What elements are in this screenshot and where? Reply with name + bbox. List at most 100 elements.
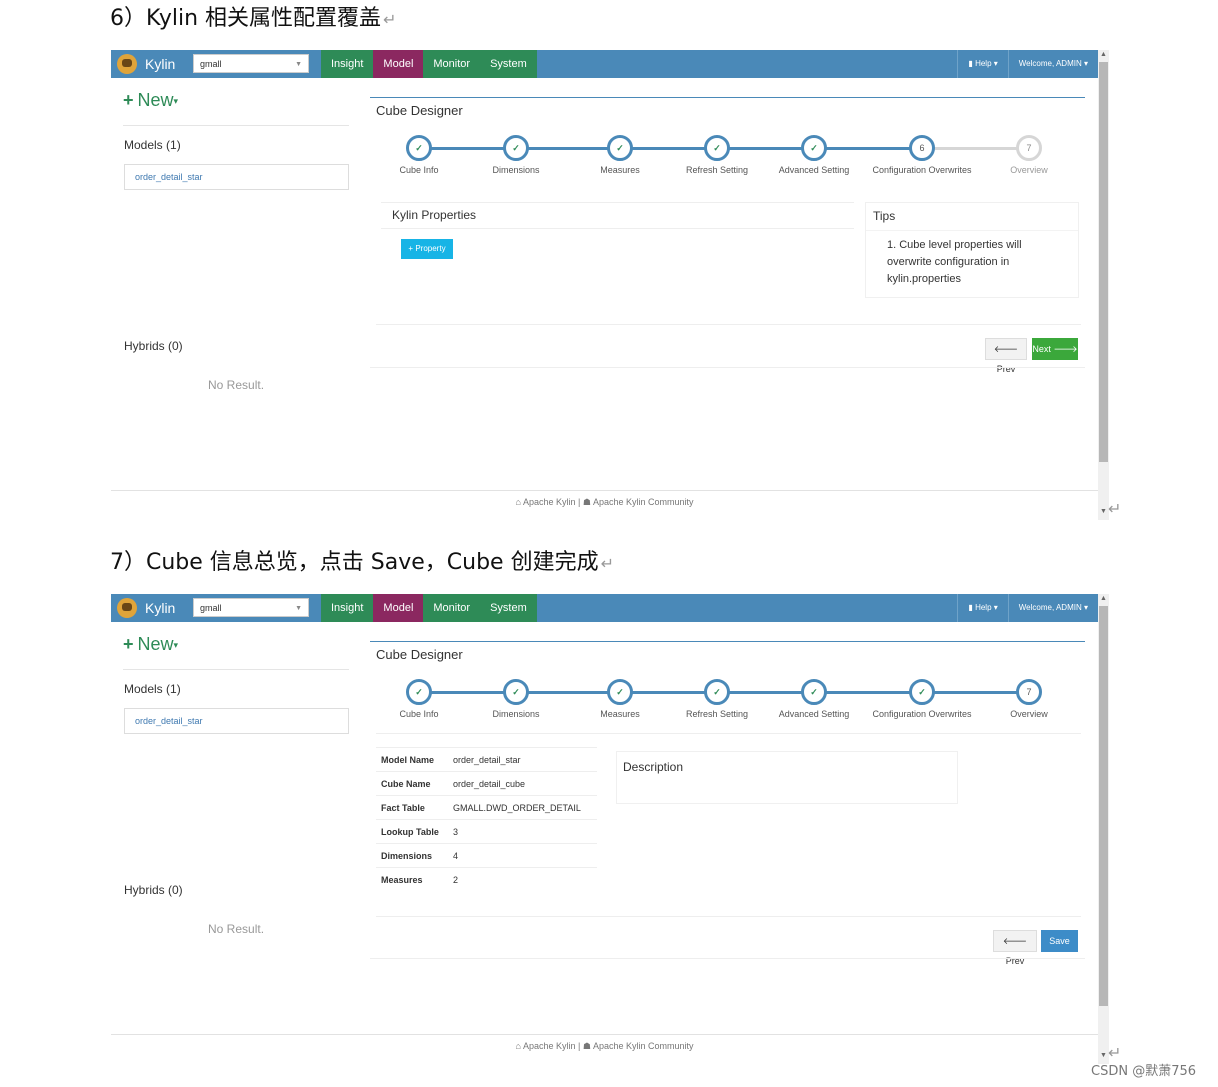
screenshot-configuration-overwrites: Kylin gmall ▼ Insight Model Monitor Syste… (111, 50, 1109, 520)
new-button[interactable]: + New▾ (123, 90, 178, 111)
watermark: CSDN @默萧756 (1091, 1064, 1197, 1079)
model-item[interactable]: order_detail_star (124, 708, 349, 734)
footer-divider (111, 1034, 1098, 1035)
brand[interactable]: Kylin (117, 54, 175, 74)
divider (866, 230, 1078, 231)
divider (376, 916, 1081, 917)
step-advanced-setting[interactable]: ✓ Advanced Setting (754, 679, 874, 719)
help-menu[interactable]: ▮ Help ▾ (957, 50, 1007, 78)
tab-model[interactable]: Model (373, 50, 424, 78)
table-row: Lookup Table 3 (376, 819, 597, 844)
select-caret-icon: ▼ (295, 605, 302, 612)
tips-panel: Tips 1. Cube level properties will overw… (865, 202, 1079, 298)
help-menu[interactable]: ▮ Help ▾ (957, 594, 1007, 622)
tab-monitor[interactable]: Monitor (423, 594, 480, 622)
caret-down-icon: ▾ (173, 95, 179, 106)
home-icon: ⌂ (515, 497, 521, 507)
table-row: Measures 2 (376, 867, 597, 891)
check-icon: ✓ (801, 679, 827, 705)
section-heading-7: 7）Cube 信息总览，点击 Save，Cube 创建完成 ↵ (110, 550, 614, 575)
cube-overview-table: Model Name order_detail_star Cube Name ord… (376, 747, 597, 891)
divider (376, 324, 1081, 325)
screenshot-overview: Kylin gmall ▼ Insight Model Monitor Syste… (111, 594, 1109, 1064)
tab-model[interactable]: Model (373, 594, 424, 622)
divider (123, 669, 349, 670)
scrollbar[interactable]: ▲ ▼ (1098, 50, 1109, 520)
footer-link-community[interactable]: Apache Kylin Community (593, 1041, 694, 1051)
scroll-up-icon[interactable]: ▲ (1100, 595, 1107, 602)
next-button[interactable]: Next 🡒 (1032, 338, 1078, 360)
arrow-left-icon: 🡐 (1002, 936, 1028, 946)
scrollbar[interactable]: ▲ ▼ (1098, 594, 1109, 1064)
brand[interactable]: Kylin (117, 598, 175, 618)
hybrids-label: Hybrids (0) (124, 883, 183, 897)
designer-title: Cube Designer (376, 647, 463, 662)
footer-divider (111, 490, 1098, 491)
home-icon: ⌂ (515, 1041, 521, 1051)
tab-system[interactable]: System (480, 594, 537, 622)
check-icon: ✓ (607, 135, 633, 161)
tab-monitor[interactable]: Monitor (423, 50, 480, 78)
models-label: Models (1) (124, 138, 181, 152)
navbar: Kylin gmall ▼ Insight Model Monitor Syste… (111, 594, 1098, 622)
main-tabs: Insight Model Monitor System (321, 594, 537, 622)
return-mark: ↵ (1108, 501, 1122, 518)
scroll-down-icon[interactable]: ▼ (1100, 1052, 1107, 1059)
check-icon: ✓ (704, 135, 730, 161)
divider (381, 202, 854, 203)
kylin-logo-icon (117, 54, 137, 74)
step-dimensions[interactable]: ✓ Dimensions (456, 679, 576, 719)
prev-button[interactable]: 🡐 Prev (985, 338, 1027, 374)
project-select[interactable]: gmall ▼ (193, 598, 309, 617)
tab-insight[interactable]: Insight (321, 50, 373, 78)
user-menu[interactable]: Welcome, ADMIN ▾ (1007, 50, 1098, 78)
prev-button[interactable]: 🡐 Prev (993, 930, 1037, 966)
step-dimensions[interactable]: ✓ Dimensions (456, 135, 576, 175)
caret-down-icon: ▾ (993, 603, 998, 612)
description-panel: Description (616, 751, 958, 804)
scroll-thumb[interactable] (1099, 62, 1108, 462)
footer-link-kylin[interactable]: Apache Kylin (523, 497, 576, 507)
no-result-text: No Result. (208, 378, 265, 392)
scroll-up-icon[interactable]: ▲ (1100, 51, 1107, 58)
tips-text: 1. Cube level properties will overwrite … (887, 239, 1022, 285)
step-overview[interactable]: 7 Overview (969, 679, 1089, 719)
step-configuration-overwrites[interactable]: 6 Configuration Overwrites (862, 135, 982, 175)
table-row: Fact Table GMALL.DWD_ORDER_DETAIL (376, 795, 597, 820)
community-icon: ☗ (582, 1041, 591, 1051)
model-item[interactable]: order_detail_star (124, 164, 349, 190)
step-advanced-setting[interactable]: ✓ Advanced Setting (754, 135, 874, 175)
book-icon: ▮ (968, 603, 973, 612)
footer: ⌂ Apache Kylin | ☗ Apache Kylin Communit… (515, 1041, 694, 1051)
step-configuration-overwrites[interactable]: ✓ Configuration Overwrites (862, 679, 982, 719)
community-icon: ☗ (582, 497, 591, 507)
wizard-steps: ✓ Cube Info ✓ Dimensions ✓ Measures ✓ Refres… (376, 676, 1081, 736)
brand-name: Kylin (145, 600, 176, 616)
hybrids-label: Hybrids (0) (124, 339, 183, 353)
caret-down-icon: ▾ (1083, 59, 1088, 68)
brand-name: Kylin (145, 56, 176, 72)
navbar: Kylin gmall ▼ Insight Model Monitor Syste… (111, 50, 1098, 78)
check-icon: ✓ (503, 135, 529, 161)
check-icon: ✓ (704, 679, 730, 705)
tab-insight[interactable]: Insight (321, 594, 373, 622)
project-select[interactable]: gmall ▼ (193, 54, 309, 73)
scroll-down-icon[interactable]: ▼ (1100, 508, 1107, 515)
tab-system[interactable]: System (480, 50, 537, 78)
new-button[interactable]: + New▾ (123, 634, 178, 655)
select-caret-icon: ▼ (295, 61, 302, 68)
divider (381, 228, 854, 229)
step-overview[interactable]: 7 Overview (969, 135, 1089, 175)
plus-icon: + (408, 244, 414, 253)
footer-link-community[interactable]: Apache Kylin Community (593, 497, 694, 507)
check-icon: ✓ (801, 135, 827, 161)
scroll-thumb[interactable] (1099, 606, 1108, 1006)
caret-down-icon: ▾ (1083, 603, 1088, 612)
check-icon: ✓ (909, 679, 935, 705)
add-property-button[interactable]: + Property (401, 239, 453, 259)
user-menu[interactable]: Welcome, ADMIN ▾ (1007, 594, 1098, 622)
table-row: Dimensions 4 (376, 843, 597, 868)
save-button[interactable]: Save (1041, 930, 1078, 952)
footer-link-kylin[interactable]: Apache Kylin (523, 1041, 576, 1051)
arrow-left-icon: 🡐 (993, 344, 1019, 354)
